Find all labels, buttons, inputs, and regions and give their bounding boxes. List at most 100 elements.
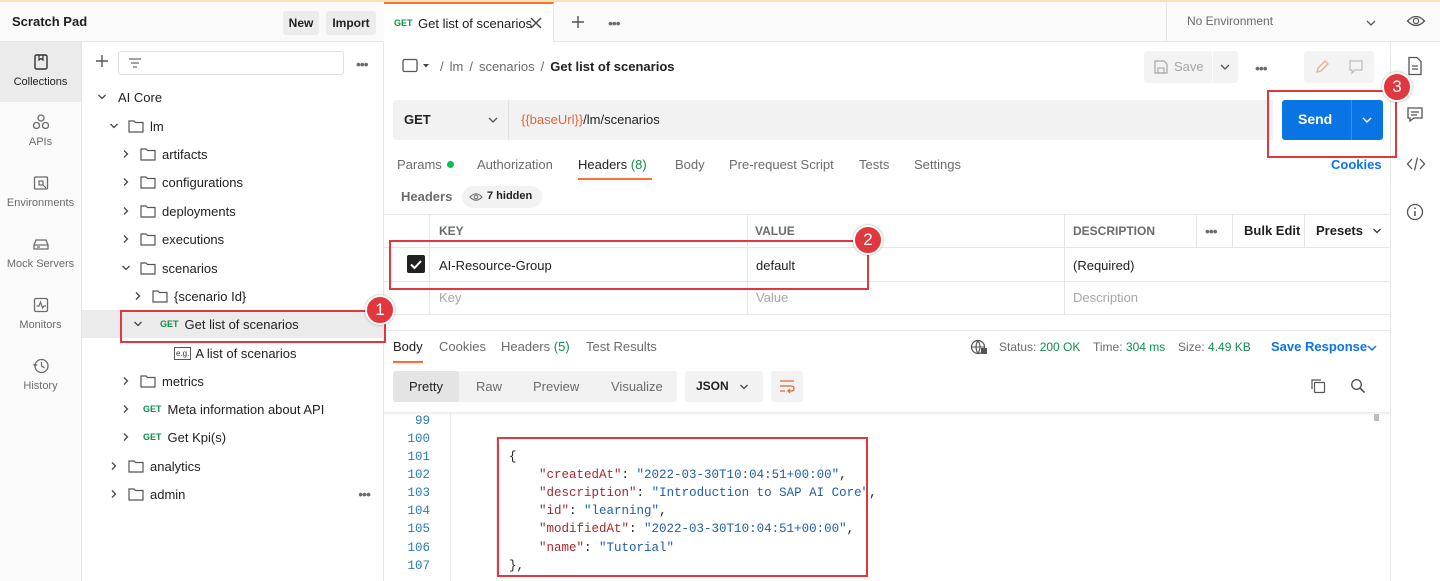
sidebar-item-apis[interactable]: APIs — [0, 102, 81, 162]
monitors-icon — [31, 295, 51, 315]
chevron-right-icon[interactable] — [120, 375, 132, 387]
add-collection-icon[interactable] — [94, 53, 110, 69]
search-icon[interactable] — [1350, 378, 1366, 394]
code-icon[interactable] — [1406, 156, 1426, 172]
chevron-down-icon[interactable] — [96, 91, 108, 103]
new-key-input[interactable]: Key — [439, 290, 461, 305]
tab-pre-request-script[interactable]: Pre-request Script — [729, 157, 834, 172]
chevron-down-icon[interactable] — [108, 120, 120, 132]
more-options-icon[interactable]: ••• — [358, 486, 371, 502]
chevron-down-icon[interactable] — [120, 262, 132, 274]
bulk-edit-button[interactable]: Bulk Edit — [1244, 223, 1300, 238]
comment-icon[interactable] — [1348, 59, 1364, 75]
globe-icon[interactable] — [970, 339, 988, 355]
format-pretty[interactable]: Pretty — [409, 379, 443, 394]
sidebar-item-environments[interactable]: Environments — [0, 163, 81, 223]
chevron-right-icon[interactable] — [108, 488, 120, 500]
divider — [1196, 215, 1197, 247]
scrollbar-thumb[interactable] — [1374, 414, 1379, 421]
line-number: 103 — [407, 486, 430, 500]
close-icon[interactable] — [530, 17, 542, 29]
environment-select[interactable]: No Environment — [1166, 2, 1386, 42]
folder-icon — [140, 148, 156, 161]
edit-toggle[interactable] — [1304, 51, 1374, 83]
response-tab-headers[interactable]: Headers (5) — [501, 339, 570, 354]
sidebar-item-collections[interactable]: Collections — [0, 42, 81, 102]
chevron-right-icon[interactable] — [120, 176, 132, 188]
tab-headers[interactable]: Headers (8) — [578, 157, 647, 172]
tree-item-folder[interactable]: {scenario Id} — [82, 282, 384, 310]
more-options-icon[interactable]: ••• — [608, 15, 621, 31]
sidebar-item-mock-servers[interactable]: Mock Servers — [0, 224, 81, 284]
format-toggle-group: Pretty Raw Preview Visualize — [393, 371, 677, 402]
new-button[interactable]: New — [283, 11, 319, 35]
sidebar-item-history[interactable]: History — [0, 346, 81, 406]
chevron-right-icon[interactable] — [120, 148, 132, 160]
response-tab-cookies[interactable]: Cookies — [439, 339, 486, 354]
chevron-right-icon[interactable] — [120, 403, 132, 415]
copy-icon[interactable] — [1310, 378, 1326, 394]
tree-item-folder[interactable]: artifacts — [82, 140, 384, 168]
more-options-icon[interactable]: ••• — [356, 56, 369, 72]
tree-item-example[interactable]: e.g. A list of scenarios — [82, 339, 384, 367]
tree-filter-input[interactable] — [118, 51, 344, 75]
comments-icon[interactable] — [1406, 106, 1424, 124]
hidden-headers-toggle[interactable]: 7 hidden — [462, 186, 542, 208]
tree-item-folder[interactable]: admin ••• — [82, 480, 384, 508]
new-value-input[interactable]: Value — [756, 290, 788, 305]
chevron-right-icon[interactable] — [120, 431, 132, 443]
method-select[interactable]: GET — [393, 100, 509, 140]
tab-get-list-of-scenarios[interactable]: GET Get list of scenarios — [384, 2, 554, 42]
chevron-right-icon[interactable] — [120, 205, 132, 217]
url-input[interactable]: {{baseUrl}}/lm/scenarios — [509, 100, 1273, 140]
new-tab-icon[interactable] — [570, 14, 586, 30]
save-response-button[interactable]: Save Response — [1271, 339, 1367, 354]
format-raw[interactable]: Raw — [476, 379, 502, 394]
tab-settings[interactable]: Settings — [914, 157, 961, 172]
wrap-lines-button[interactable] — [771, 371, 803, 402]
more-options-icon[interactable]: ••• — [1255, 60, 1268, 76]
import-button[interactable]: Import — [326, 11, 376, 35]
tab-tests[interactable]: Tests — [859, 157, 889, 172]
tab-label: Get list of scenarios — [418, 16, 533, 31]
tree-item-folder[interactable]: configurations — [82, 168, 384, 196]
pencil-icon[interactable] — [1314, 59, 1330, 75]
chevron-right-icon[interactable] — [132, 290, 144, 302]
folder-icon — [128, 120, 144, 133]
tab-params[interactable]: Params — [397, 157, 454, 172]
tab-authorization[interactable]: Authorization — [477, 157, 553, 172]
cookies-link[interactable]: Cookies — [1331, 157, 1382, 172]
format-visualize[interactable]: Visualize — [611, 379, 663, 394]
tree-item-folder[interactable]: executions — [82, 225, 384, 253]
breadcrumb: / lm / scenarios / Get list of scenarios — [440, 59, 675, 74]
breadcrumb-segment[interactable]: scenarios — [479, 59, 535, 74]
tree-item-request[interactable]: GET Get Kpi(s) — [82, 423, 384, 451]
language-select[interactable]: JSON — [685, 371, 763, 402]
breadcrumb-segment[interactable]: lm — [450, 59, 464, 74]
save-button[interactable]: Save — [1144, 51, 1238, 83]
sidebar-item-monitors[interactable]: Monitors — [0, 285, 81, 345]
tree-item-request[interactable]: GET Meta information about API — [82, 395, 384, 423]
tree-item-folder[interactable]: deployments — [82, 197, 384, 225]
chevron-down-icon[interactable] — [1219, 62, 1231, 72]
eye-icon[interactable] — [1406, 13, 1426, 29]
tree-item-folder[interactable]: metrics — [82, 367, 384, 395]
annotation-highlight-1 — [120, 310, 386, 343]
chevron-down-icon[interactable] — [1366, 342, 1378, 354]
header-description-cell[interactable]: (Required) — [1073, 258, 1134, 273]
format-preview[interactable]: Preview — [533, 379, 579, 394]
response-tab-body[interactable]: Body — [393, 339, 423, 354]
documentation-icon[interactable] — [1406, 56, 1424, 76]
response-tab-test-results[interactable]: Test Results — [586, 339, 657, 354]
info-icon[interactable] — [1406, 203, 1424, 221]
tree-item-folder[interactable]: lm — [82, 112, 384, 140]
new-description-input[interactable]: Description — [1073, 290, 1138, 305]
tree-item-folder[interactable]: scenarios — [82, 254, 384, 282]
tab-body[interactable]: Body — [675, 157, 705, 172]
more-options-icon[interactable]: ••• — [1205, 223, 1218, 239]
tree-item-collection[interactable]: AI Core — [82, 83, 384, 111]
presets-dropdown[interactable]: Presets — [1316, 223, 1363, 238]
tree-item-folder[interactable]: analytics — [82, 452, 384, 480]
chevron-right-icon[interactable] — [120, 233, 132, 245]
chevron-right-icon[interactable] — [108, 460, 120, 472]
